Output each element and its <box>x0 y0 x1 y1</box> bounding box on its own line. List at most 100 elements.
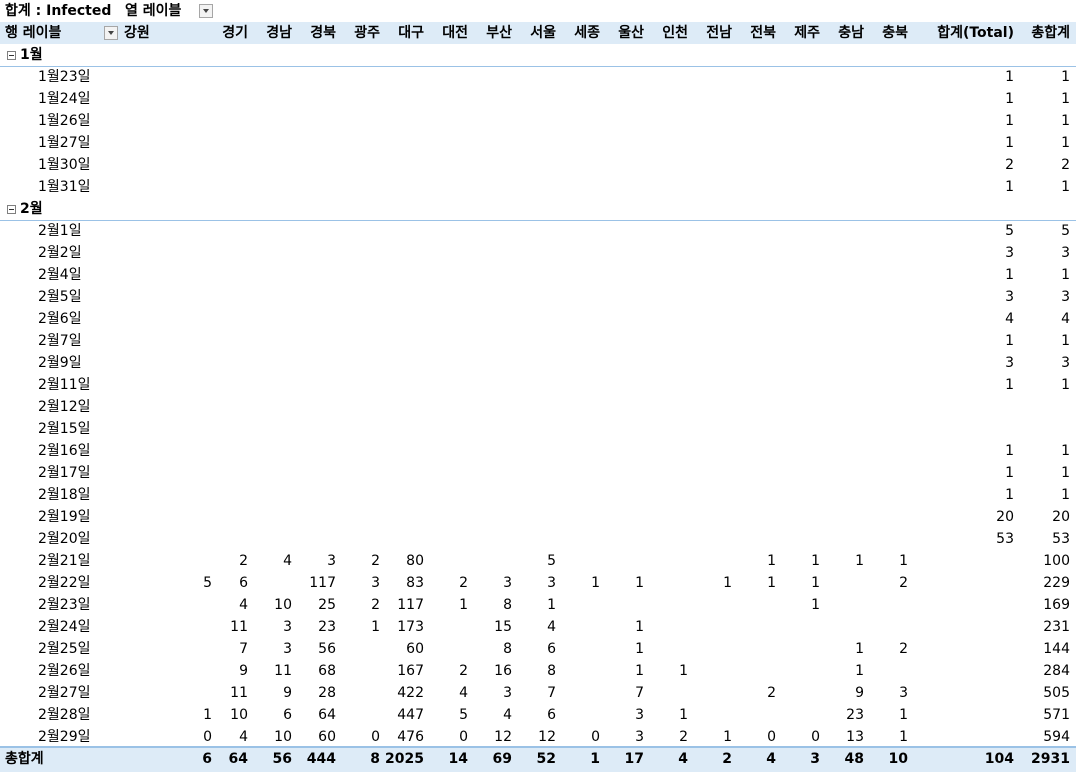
date-row[interactable]: 2월21일 2 4 3 2 80 5 1 1 1 1 100 <box>0 550 1076 572</box>
date-row-label: 2월17일 <box>38 465 91 481</box>
date-row-label: 2월4일 <box>38 267 82 283</box>
date-row[interactable]: 2월16일 1 1 <box>0 440 1076 462</box>
month-group-row[interactable]: 2월 <box>0 198 1076 221</box>
column-header: 경남 <box>266 25 292 41</box>
date-row[interactable]: 1월23일 1 1 <box>0 66 1076 88</box>
value-cell: 6 <box>239 575 248 591</box>
value-cell: 1 <box>1061 267 1070 283</box>
date-row[interactable]: 2월17일 1 1 <box>0 462 1076 484</box>
date-row[interactable]: 2월26일 9 11 68 167 2 16 8 1 1 1 284 <box>0 660 1076 682</box>
date-row[interactable]: 2월1일 5 5 <box>0 220 1076 242</box>
date-row[interactable]: 2월18일 1 1 <box>0 484 1076 506</box>
value-cell: 5 <box>547 553 556 569</box>
date-row[interactable]: 2월4일 1 1 <box>0 264 1076 286</box>
column-header: 충북 <box>882 25 908 41</box>
date-row-label: 1월24일 <box>38 91 91 107</box>
date-row-label: 2월26일 <box>38 663 91 679</box>
date-row[interactable]: 1월31일 1 1 <box>0 176 1076 198</box>
date-row-label: 1월31일 <box>38 179 91 195</box>
column-header: 전북 <box>750 25 776 41</box>
value-cell: 1 <box>1005 179 1014 195</box>
date-row-label: 2월18일 <box>38 487 91 503</box>
value-cell: 6 <box>547 641 556 657</box>
date-row[interactable]: 2월11일 1 1 <box>0 374 1076 396</box>
column-header: 경기 <box>222 25 248 41</box>
grand-total-row[interactable]: 총합계 6 64 56 444 8 2025 14 69 52 1 17 4 2 4 3 48 10 104 2931 <box>0 746 1076 772</box>
date-row[interactable]: 2월19일 20 20 <box>0 506 1076 528</box>
date-row[interactable]: 1월26일 1 1 <box>0 110 1076 132</box>
collapse-minus-icon[interactable] <box>7 205 16 214</box>
date-row[interactable]: 2월20일 53 53 <box>0 528 1076 550</box>
column-header: 서울 <box>530 25 556 41</box>
row-labels-dropdown-icon[interactable] <box>104 26 118 40</box>
date-row[interactable]: 2월5일 3 3 <box>0 286 1076 308</box>
value-cell: 7 <box>635 685 644 701</box>
date-row[interactable]: 2월24일 11 3 23 1 173 15 4 1 231 <box>0 616 1076 638</box>
value-cell: 1 <box>1005 377 1014 393</box>
date-row-label: 2월25일 <box>38 641 91 657</box>
date-row-label: 2월28일 <box>38 707 91 723</box>
date-row-label: 2월27일 <box>38 685 91 701</box>
value-cell: 53 <box>996 531 1014 547</box>
value-cell: 1 <box>1061 465 1070 481</box>
date-row[interactable]: 2월9일 3 3 <box>0 352 1076 374</box>
date-row-label: 2월1일 <box>38 223 82 239</box>
column-labels-dropdown-icon[interactable] <box>199 4 213 18</box>
value-cell: 1 <box>635 575 644 591</box>
value-cell: 3 <box>1061 355 1070 371</box>
value-cell: 505 <box>1043 685 1070 701</box>
date-row[interactable]: 1월24일 1 1 <box>0 88 1076 110</box>
value-cell: 3 <box>1061 289 1070 305</box>
value-cell: 56 <box>318 641 336 657</box>
value-cell: 60 <box>406 641 424 657</box>
column-header: 울산 <box>618 25 644 41</box>
month-group-row[interactable]: 1월 <box>0 44 1076 67</box>
value-cell: 3 <box>899 685 908 701</box>
value-cell: 6 <box>547 707 556 723</box>
pivot-value-field-label: 합계 : Infected <box>5 3 112 19</box>
date-row[interactable]: 2월7일 1 1 <box>0 330 1076 352</box>
date-row-label: 2월11일 <box>38 377 91 393</box>
value-cell: 571 <box>1043 707 1070 723</box>
column-header: 전남 <box>706 25 732 41</box>
collapse-minus-icon[interactable] <box>7 51 16 60</box>
value-cell: 1 <box>1005 267 1014 283</box>
date-row[interactable]: 1월30일 2 2 <box>0 154 1076 176</box>
date-row[interactable]: 2월2일 3 3 <box>0 242 1076 264</box>
date-row[interactable]: 2월29일 0 4 10 60 0 476 0 12 12 0 3 2 1 0 0 13 1 594 <box>0 726 1076 748</box>
column-header: 충남 <box>838 25 864 41</box>
value-cell: 80 <box>406 553 424 569</box>
column-header: 세종 <box>574 25 600 41</box>
date-row-label: 2월21일 <box>38 553 91 569</box>
date-row-label: 2월24일 <box>38 619 91 635</box>
date-row[interactable]: 2월12일 <box>0 396 1076 418</box>
date-row-label: 2월19일 <box>38 509 91 525</box>
date-row-label: 2월29일 <box>38 729 91 745</box>
value-cell: 144 <box>1043 641 1070 657</box>
date-row[interactable]: 2월22일 5 6 117 3 83 2 3 3 1 1 1 1 1 2 229 <box>0 572 1076 594</box>
date-row-label: 2월12일 <box>38 399 91 415</box>
pivot-column-header-row: 행 레이블 강원 경기 경남 경북 광주 대구 대전 부산 서울 세종 울산 인천 전남 전북 제주 충남 충북… <box>0 22 1076 45</box>
date-row[interactable]: 2월27일 11 9 28 422 4 3 7 7 2 9 3 505 <box>0 682 1076 704</box>
value-cell: 1 <box>1061 443 1070 459</box>
date-row[interactable]: 2월15일 <box>0 418 1076 440</box>
value-cell: 8 <box>547 663 556 679</box>
pivot-filter-row: 합계 : Infected 열 레이블 <box>0 0 1076 22</box>
value-cell: 1 <box>1005 135 1014 151</box>
date-row[interactable]: 2월6일 4 4 <box>0 308 1076 330</box>
value-cell: 68 <box>318 663 336 679</box>
date-row[interactable]: 1월27일 1 1 <box>0 132 1076 154</box>
value-cell: 1 <box>1005 487 1014 503</box>
value-cell: 1 <box>1005 91 1014 107</box>
column-header: 총합계 <box>1031 25 1070 41</box>
value-cell: 5 <box>1005 223 1014 239</box>
column-header: 인천 <box>662 25 688 41</box>
date-row-label: 2월16일 <box>38 443 91 459</box>
date-row-label: 2월23일 <box>38 597 91 613</box>
date-row[interactable]: 2월25일 7 3 56 60 8 6 1 1 2 144 <box>0 638 1076 660</box>
date-row[interactable]: 2월28일 1 10 6 64 447 5 4 6 3 1 23 1 571 <box>0 704 1076 726</box>
value-cell: 64 <box>318 707 336 723</box>
date-row[interactable]: 2월23일 4 10 25 2 117 1 8 1 1 169 <box>0 594 1076 616</box>
value-cell: 1 <box>1061 487 1070 503</box>
value-cell: 1 <box>1061 91 1070 107</box>
